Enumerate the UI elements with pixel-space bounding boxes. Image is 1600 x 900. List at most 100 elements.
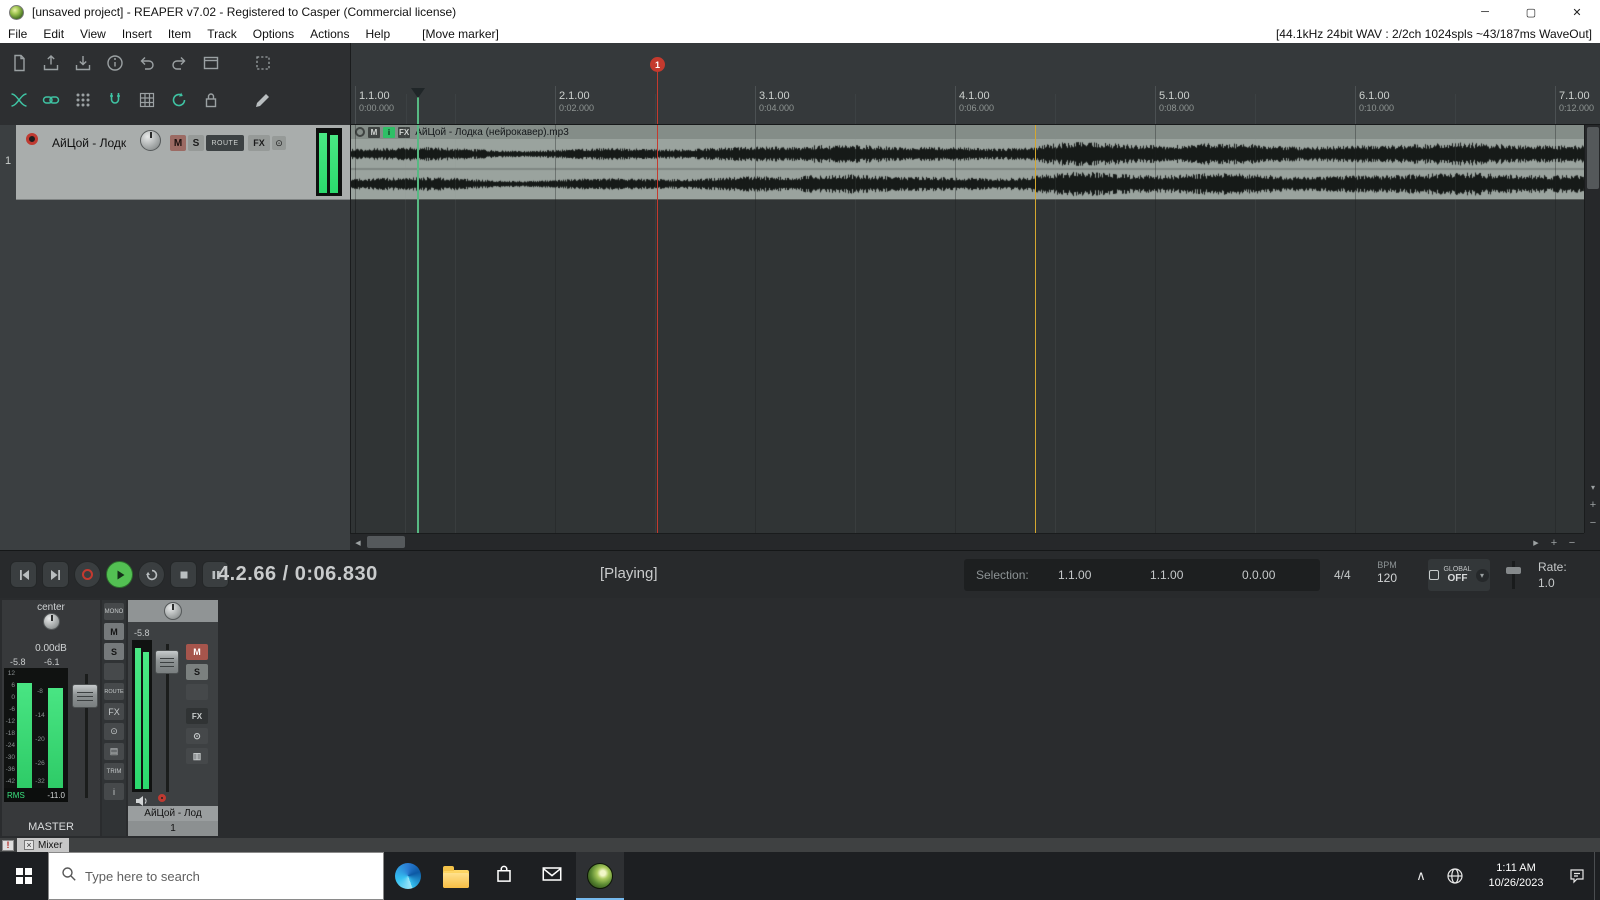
media-explorer-button[interactable]	[199, 50, 223, 76]
show-desktop-button[interactable]	[1594, 852, 1600, 900]
menu-file[interactable]: File	[0, 27, 35, 41]
util-mute-button[interactable]: M	[104, 623, 124, 640]
mixer-track-pan-knob[interactable]	[164, 602, 182, 620]
zoom-out-vertical-button[interactable]: −	[1585, 515, 1600, 531]
docker-close-icon[interactable]: ×	[24, 840, 34, 850]
mixer-solo-button[interactable]: S	[186, 664, 208, 680]
audio-device-status[interactable]: [44.1kHz 24bit WAV : 2/2ch 1024spls ~43/…	[1276, 27, 1600, 41]
master-gain-value[interactable]: 0.00dB	[2, 643, 100, 654]
taskbar-store-icon[interactable]	[480, 852, 528, 900]
horizontal-scrollbar[interactable]: ◀ ▶ + −	[350, 533, 1584, 550]
open-project-button[interactable]	[39, 50, 63, 76]
redo-button[interactable]	[167, 50, 191, 76]
project-settings-button[interactable]	[103, 50, 127, 76]
menu-options[interactable]: Options	[245, 27, 302, 41]
repeat-button[interactable]	[138, 561, 165, 588]
zoom-out-button[interactable]: −	[1564, 534, 1580, 551]
taskbar-reaper-icon[interactable]	[576, 852, 624, 900]
play-button[interactable]	[106, 561, 133, 588]
save-project-button[interactable]	[71, 50, 95, 76]
bpm-box[interactable]: BPM 120	[1364, 560, 1410, 585]
pan-mode-icon[interactable]	[104, 663, 124, 680]
mixer-track-strip[interactable]: -5.8 M S FX ⊙ ▥ АйЦой - Лод 1	[128, 600, 218, 836]
item-lock-icon[interactable]	[355, 127, 365, 137]
zoom-in-button[interactable]: +	[1546, 534, 1562, 551]
record-button[interactable]	[74, 561, 101, 588]
taskbar-edge-icon[interactable]	[384, 852, 432, 900]
grid-toggle-button[interactable]	[135, 87, 159, 113]
rate-value[interactable]: 1.0	[1538, 575, 1567, 591]
pencil-tool-button[interactable]	[251, 87, 275, 113]
rate-slider-handle[interactable]	[1506, 567, 1521, 574]
marquee-select-button[interactable]	[251, 50, 275, 76]
warning-icon[interactable]: !	[2, 839, 14, 851]
mixer-record-arm-button[interactable]	[158, 794, 166, 802]
project-marker-1[interactable]: 1	[650, 57, 665, 72]
item-notes-button[interactable]: i	[383, 126, 395, 138]
menu-actions[interactable]: Actions	[302, 27, 357, 41]
mixer-pan-mode-button[interactable]	[186, 684, 208, 700]
track-fx-button[interactable]: FX	[248, 135, 270, 151]
new-project-button[interactable]	[7, 50, 31, 76]
minimize-button[interactable]: ─	[1462, 0, 1508, 24]
go-to-end-button[interactable]	[42, 561, 69, 588]
taskbar-clock[interactable]: 1:11 AM 10/26/2023	[1472, 861, 1560, 891]
item-mute-button[interactable]: M	[368, 126, 380, 138]
tray-chevron-icon[interactable]: ∧	[1404, 852, 1438, 900]
lock-toggle-button[interactable]	[199, 87, 223, 113]
util-env-button[interactable]: ▤	[104, 743, 124, 760]
mono-button[interactable]: MONO	[104, 603, 124, 620]
zoom-in-vertical-button[interactable]: +	[1585, 497, 1600, 513]
close-button[interactable]: ✕	[1554, 0, 1600, 24]
mixer-docker-tab[interactable]: × Mixer	[17, 838, 70, 852]
mixer-fx-enable-button[interactable]: ⊙	[186, 728, 208, 744]
track-mute-button[interactable]: M	[170, 135, 186, 151]
selection-end[interactable]: 1.1.00	[1121, 568, 1213, 582]
item-link-button[interactable]	[39, 87, 63, 113]
master-strip[interactable]: center 0.00dB -5.8 -6.1 12 6 0 -6 -12 -1…	[2, 600, 100, 836]
edit-cursor-handle[interactable]	[411, 88, 425, 98]
mixer-mute-button[interactable]: M	[186, 644, 208, 660]
master-fader-handle[interactable]	[72, 684, 98, 708]
menu-track[interactable]: Track	[199, 27, 245, 41]
action-center-icon[interactable]	[1560, 852, 1594, 900]
record-arm-button[interactable]	[26, 133, 38, 145]
taskbar-search[interactable]	[48, 852, 384, 900]
track-control-panel[interactable]: АйЦой - Лодк M S ROUTE FX ⊙	[16, 125, 350, 200]
track-volume-knob[interactable]	[140, 130, 161, 151]
item-grouping-button[interactable]	[71, 87, 95, 113]
menu-help[interactable]: Help	[357, 27, 398, 41]
ripple-edit-button[interactable]	[167, 87, 191, 113]
playrate-box[interactable]: Rate: 1.0	[1538, 559, 1567, 591]
go-to-start-button[interactable]	[10, 561, 37, 588]
info-button[interactable]: i	[104, 783, 124, 800]
stop-button[interactable]	[170, 561, 197, 588]
mixer-env-button[interactable]: ▥	[186, 748, 208, 764]
horizontal-scroll-thumb[interactable]	[367, 536, 405, 548]
track-route-button[interactable]: ROUTE	[206, 135, 244, 151]
master-pan-knob[interactable]	[43, 613, 60, 630]
menu-view[interactable]: View	[72, 27, 114, 41]
bpm-value[interactable]: 120	[1364, 571, 1410, 585]
envelope-mode-button[interactable]	[7, 87, 31, 113]
menu-item[interactable]: Item	[160, 27, 199, 41]
vertical-scrollbar[interactable]: ▾ + −	[1584, 125, 1600, 533]
track-solo-button[interactable]: S	[188, 135, 204, 151]
menu-move-marker[interactable]: [Move marker]	[414, 27, 507, 41]
util-fx-button[interactable]: FX	[104, 703, 124, 720]
mixer-fx-button[interactable]: FX	[186, 708, 208, 724]
scroll-left-button[interactable]: ◀	[350, 534, 366, 551]
track-name[interactable]: АйЦой - Лодк	[52, 136, 144, 150]
trim-button[interactable]: TRIM	[104, 763, 124, 780]
start-button[interactable]	[0, 852, 48, 900]
snap-toggle-button[interactable]	[103, 87, 127, 113]
util-solo-button[interactable]: S	[104, 643, 124, 660]
maximize-button[interactable]: ▢	[1508, 0, 1554, 24]
menu-edit[interactable]: Edit	[35, 27, 72, 41]
undo-button[interactable]	[135, 50, 159, 76]
rate-slider-track[interactable]	[1512, 561, 1515, 589]
selection-start[interactable]: 1.1.00	[1029, 568, 1121, 582]
mixer-track-fader-handle[interactable]	[155, 650, 179, 674]
network-globe-icon[interactable]	[1438, 852, 1472, 900]
track-fx-enable-button[interactable]: ⊙	[272, 136, 286, 150]
